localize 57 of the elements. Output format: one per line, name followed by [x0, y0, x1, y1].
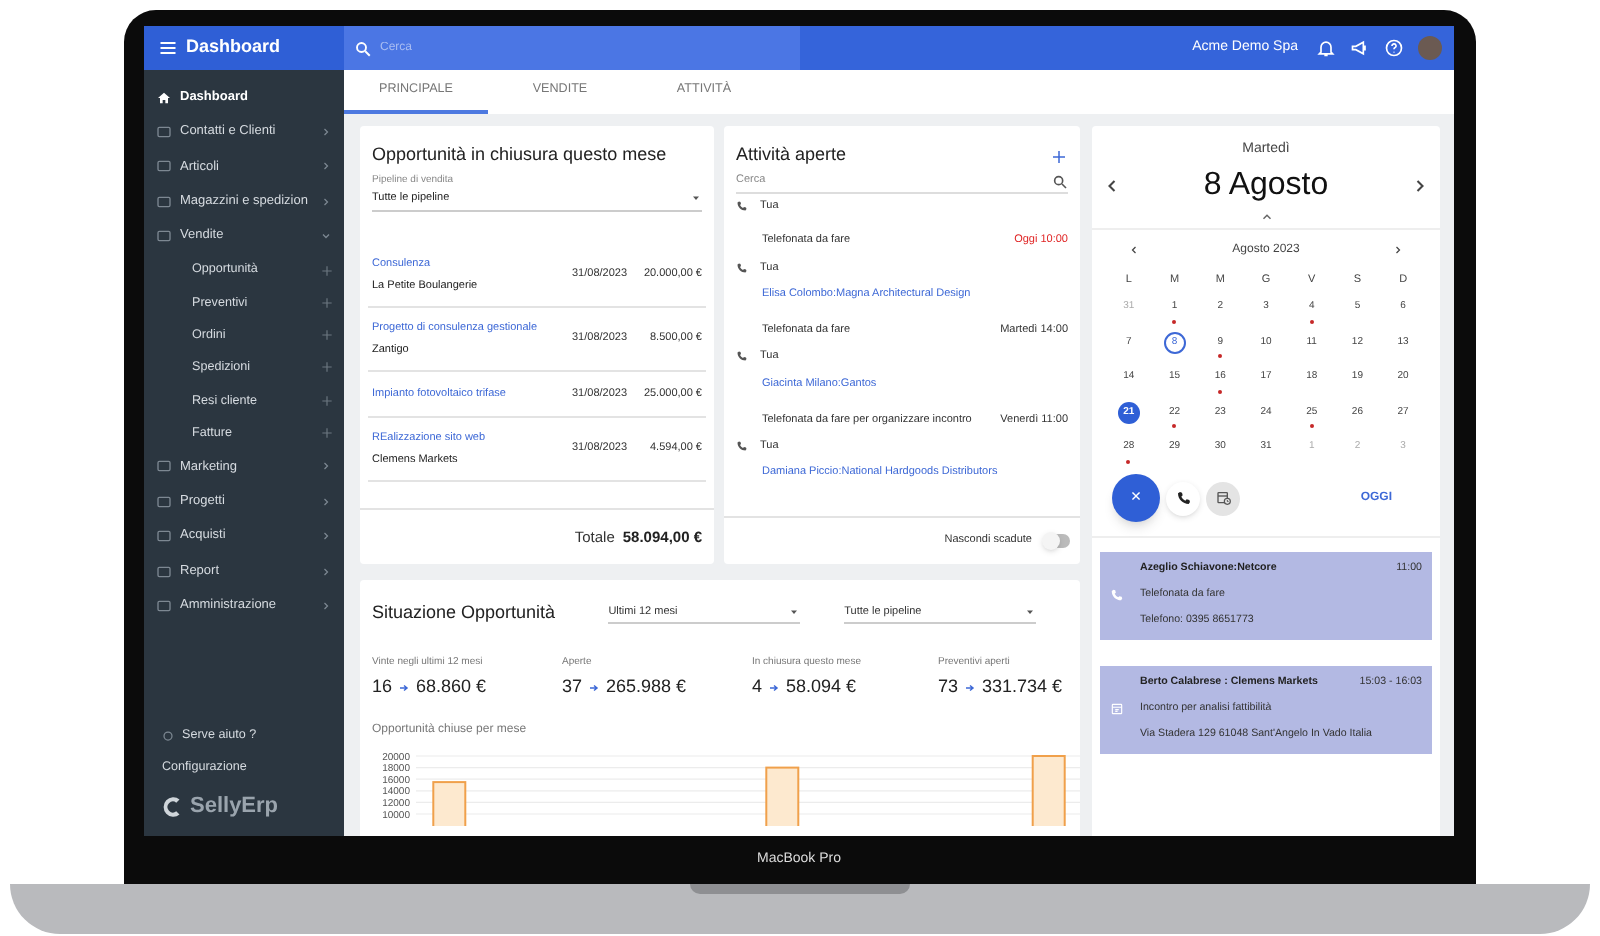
card-title: Situazione Opportunità	[372, 600, 558, 626]
card-title: Opportunità in chiusura questo mese	[370, 142, 669, 168]
square-icon	[156, 193, 172, 210]
phone-icon	[1175, 490, 1191, 506]
square-icon	[156, 563, 172, 580]
stat-amount: 58.094 €	[786, 674, 857, 700]
stat-count: 16	[372, 674, 393, 700]
stat-count: 37	[562, 674, 583, 700]
stat-count: 73	[938, 674, 959, 700]
calendar-clock-icon	[1215, 490, 1231, 506]
square-icon	[156, 228, 172, 245]
chevron-up-icon[interactable]	[1259, 209, 1273, 223]
meeting-button[interactable]	[1206, 481, 1240, 515]
chevron-left-icon[interactable]	[1128, 244, 1140, 256]
logo-text: SellyErp	[190, 791, 279, 822]
home-icon	[156, 89, 172, 106]
dropdown-icon	[690, 191, 702, 204]
selected-date: 8 Agosto	[1203, 165, 1329, 205]
chart-bar	[765, 765, 800, 825]
phone-icon	[1110, 588, 1124, 603]
calendar-icon	[1110, 702, 1124, 717]
stat-amount: 265.988 €	[606, 674, 687, 700]
help-icon[interactable]	[1384, 38, 1404, 58]
arrow-icon	[398, 681, 411, 694]
search-icon[interactable]	[1052, 173, 1068, 189]
bell-icon[interactable]	[1316, 38, 1336, 58]
add-icon[interactable]	[1050, 147, 1068, 165]
megaphone-icon[interactable]	[1350, 38, 1370, 58]
toggle-switch[interactable]	[1044, 534, 1070, 548]
square-icon	[156, 458, 172, 475]
close-button[interactable]: ×	[1112, 474, 1160, 522]
chart-bar	[1031, 754, 1066, 825]
square-icon	[156, 493, 172, 510]
chevron-right-icon[interactable]	[1391, 244, 1404, 256]
search-icon	[354, 39, 372, 57]
phone-icon	[736, 350, 748, 363]
card-title: Attività aperte	[736, 142, 847, 169]
phone-icon	[736, 440, 748, 453]
stat-count: 4	[752, 674, 763, 700]
square-icon	[156, 528, 172, 545]
call-button[interactable]	[1166, 481, 1200, 515]
chart-bar	[432, 780, 467, 825]
dropdown-icon	[788, 606, 801, 619]
dropdown-icon	[1024, 606, 1037, 619]
app-title: Dashboard	[186, 34, 281, 61]
phone-icon	[736, 261, 748, 274]
stat-amount: 68.860 €	[416, 674, 487, 700]
square-icon	[156, 158, 172, 175]
square-icon	[156, 597, 172, 614]
square-icon	[156, 124, 172, 141]
phone-icon	[736, 200, 748, 213]
help-circle-icon	[162, 730, 174, 742]
arrow-icon	[768, 681, 781, 694]
stat-amount: 331.734 €	[982, 674, 1063, 700]
menu-icon[interactable]	[158, 38, 178, 58]
arrow-icon	[964, 681, 977, 694]
arrow-icon	[588, 681, 601, 694]
